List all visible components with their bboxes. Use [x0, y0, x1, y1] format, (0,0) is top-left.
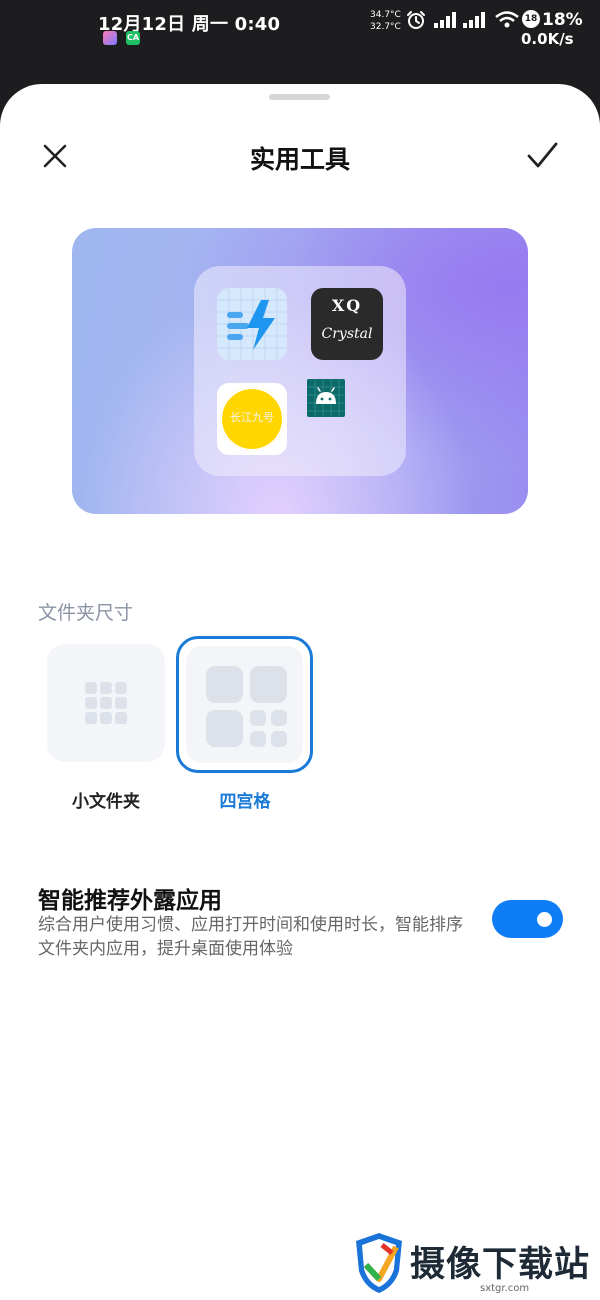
folder-preview-box: XQ Crystal 长江九号 [194, 266, 406, 476]
small-folder-option[interactable] [47, 644, 165, 762]
smart-recommend-title: 智能推荐外露应用 [38, 888, 222, 914]
smart-recommend-description: 综合用户使用习惯、应用打开时间和使用时长，智能排序文件夹内应用，提升桌面使用体验 [38, 915, 463, 959]
crystal-label: Crystal [321, 326, 373, 342]
flash-app-icon [217, 288, 287, 360]
folder-size-label: 文件夹尺寸 [38, 602, 134, 624]
yellow-circle: 长江九号 [220, 387, 284, 451]
yellow-circle-app-icon: 长江九号 [217, 383, 287, 455]
battery-percent: 18% [542, 10, 583, 30]
watermark-url: sxtgr.com [480, 1283, 530, 1294]
android-app-icon [307, 379, 345, 417]
bottom-sheet: 实用工具 XQ Crystal 长江九号 文件夹尺寸 小文件夹 四宫格 智能推荐… [0, 84, 600, 1300]
battery-icon: 18 [522, 10, 540, 28]
notification-app-icon [103, 31, 117, 45]
watermark-logo [356, 1233, 402, 1293]
check-icon[interactable] [524, 139, 560, 173]
temperature-1: 34.7°C [370, 10, 401, 20]
drag-handle[interactable] [269, 94, 330, 100]
folder-preview: XQ Crystal 长江九号 [72, 228, 528, 514]
network-speed: 0.0K/s [521, 30, 574, 48]
notification-ca-icon: CA [126, 31, 140, 45]
small-folder-label: 小文件夹 [72, 792, 140, 812]
temperature-readout: 34.7°C 32.7°C [370, 9, 401, 33]
small-folder-grid-icon [85, 682, 127, 724]
alarm-icon [407, 11, 425, 29]
wifi-icon [495, 11, 519, 28]
signal-icon [434, 12, 456, 28]
status-bar: 12月12日 周一 0:40 CA 34.7°C 32.7°C 18 18% 0… [0, 0, 600, 84]
yellow-app-label: 长江九号 [230, 411, 274, 424]
xq-crystal-app-icon: XQ Crystal [311, 288, 383, 360]
four-grid-label: 四宫格 [219, 792, 271, 812]
smart-recommend-toggle[interactable] [492, 900, 563, 938]
signal-icon [463, 12, 485, 28]
page-title: 实用工具 [249, 145, 350, 174]
xq-label: XQ [331, 296, 363, 315]
toggle-knob [537, 912, 552, 927]
four-grid-icon [186, 646, 303, 763]
temperature-2: 32.7°C [370, 22, 401, 32]
watermark-text: 摄像下载站 [410, 1245, 591, 1285]
four-grid-option[interactable] [176, 636, 313, 773]
